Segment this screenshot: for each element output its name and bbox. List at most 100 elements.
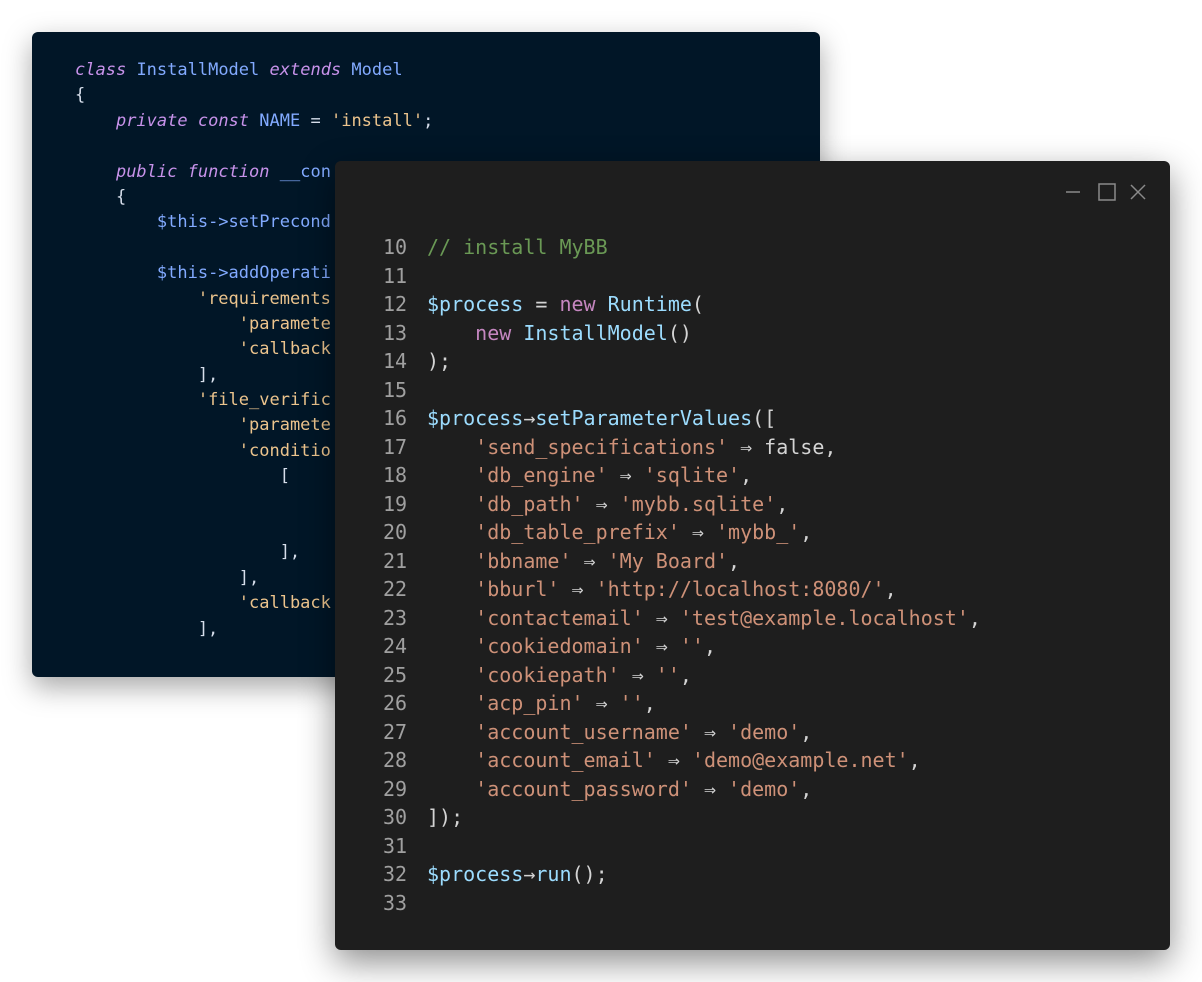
close-button[interactable] [1127,181,1149,203]
code-token: run [535,862,572,886]
line-number: 29 [382,776,408,801]
code-token: 'cookiepath' [475,662,620,687]
line-code: 'account_email' ⇒ 'demo@example.net', [423,746,921,775]
code-line: 27 'account_username' ⇒ 'demo', [367,718,981,747]
code-line: 33 [367,889,981,918]
line-number: 19 [382,491,408,516]
line-number: 22 [382,577,408,601]
code-token: 'account_username' [475,719,692,744]
line-code: 'db_engine' ⇒ 'sqlite', [423,461,752,490]
code-token: __con [279,161,331,182]
code-line: 10 // install MyBB [367,233,981,262]
code-line: 29 'account_password' ⇒ 'demo', [367,775,981,804]
code-line: 14); [367,347,981,376]
code-token: , [800,520,813,544]
code-token: ⇒ [619,662,656,687]
code-token: 'http://localhost:8080/' [595,577,885,601]
code-line: 12 $process = new Runtime( [367,290,981,319]
code-token: 'callback [238,339,331,360]
code-token: , [740,463,753,487]
line-code: 'contactemail' ⇒ 'test@example.localhost… [423,604,981,633]
code-token: 'paramete [238,415,331,436]
line-number: 20 [382,520,408,544]
code-token: ⇒ [691,776,729,801]
code-token: InstallModel [136,60,260,80]
line-code: 'cookiepath' ⇒ '', [423,661,692,690]
code-token: $process [427,292,524,316]
line-code: 'send_specifications' ⇒ false, [423,433,836,462]
line-code: 'db_table_prefix' ⇒ 'mybb_', [423,518,812,547]
line-number: 14 [382,349,408,373]
code-token: 'install' [330,110,424,131]
code-token: ); [427,349,452,373]
code-line: 18 'db_engine' ⇒ 'sqlite', [367,461,981,490]
foreground-code-block: 10 // install MyBB 11 12 $process = new Runt… [367,233,981,917]
maximize-button[interactable] [1096,181,1118,203]
line-number: 11 [382,263,408,288]
code-token: ⇒ [583,491,620,516]
code-token: $this->addOperati [156,263,331,284]
code-token: ], [75,364,219,385]
code-token: 'demo' [728,776,801,801]
code-line: 31 [367,832,981,861]
code-line: 20 'db_table_prefix' ⇒ 'mybb_', [367,518,981,547]
code-token: , [728,548,741,573]
code-token: ([ [752,406,777,430]
code-line: 24 'cookiedomain' ⇒ '', [367,632,981,661]
code-line: 19 'db_path' ⇒ 'mybb.sqlite', [367,490,981,519]
code-token: , [908,748,921,772]
code-token: 'acp_pin' [475,691,584,715]
code-token: $process [427,406,524,430]
code-token: '' [655,662,680,687]
back-code-line: private const NAME = 'install'; [75,109,433,134]
line-number: 17 [382,434,408,459]
code-token: new [559,292,596,316]
code-token: 'contactemail' [475,605,644,630]
code-token: 'paramete [238,313,331,334]
line-number: 24 [382,634,408,658]
code-token: 'account_password' [475,776,692,801]
code-token: , [800,719,813,744]
code-line: 15 [367,376,981,405]
code-token: ⇒ [607,463,644,487]
code-token: , [968,605,981,630]
code-token: (); [571,862,608,886]
code-token: = [300,110,331,131]
code-token: ], [75,542,301,563]
code-line: 16 $process→setParameterValues([ [367,404,981,433]
code-token: ( [691,292,704,316]
line-number: 28 [382,748,408,772]
code-token: → [523,406,536,430]
code-token: '' [679,634,704,658]
foreground-code-window: 10 // install MyBB 11 12 $process = new Runt… [335,161,1170,950]
line-number: 15 [382,377,408,402]
code-token: 'mybb_' [716,520,801,544]
code-token: 'demo' [728,719,801,744]
code-token: Model [351,60,403,80]
code-token: 'demo@example.net' [691,748,909,772]
code-token: 'account_email' [475,748,656,772]
code-token: const [197,110,250,131]
code-line: 30]); [367,803,981,832]
line-code: $process = new Runtime( [423,290,704,319]
code-token: ; [423,110,434,131]
code-token: ⇒ [679,520,716,544]
maximize-icon [1098,183,1116,201]
code-token: $process [427,862,524,886]
minimize-button[interactable] [1062,181,1084,203]
